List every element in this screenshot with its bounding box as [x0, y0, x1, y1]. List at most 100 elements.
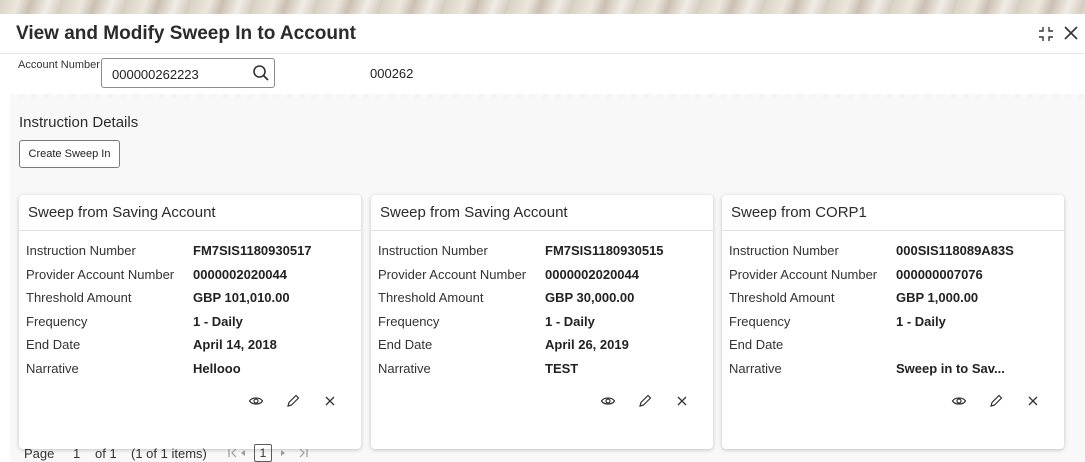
card-header: Sweep from Saving Account — [371, 195, 713, 231]
provider-account-row: Provider Account Number 000000007076 — [729, 267, 1054, 291]
row-label: Frequency — [378, 313, 440, 329]
section-title: Instruction Details — [19, 114, 139, 131]
card-header: Sweep from Saving Account — [19, 195, 361, 231]
page-title: View and Modify Sweep In to Account — [16, 23, 356, 44]
row-value: TEST — [545, 360, 579, 376]
account-branch-code: 000262 — [370, 66, 414, 81]
last-page-icon[interactable] — [296, 446, 310, 460]
pencil-icon[interactable] — [637, 393, 653, 409]
account-number-input[interactable] — [112, 64, 237, 84]
card-title: Sweep from CORP1 — [731, 204, 867, 221]
frequency-row: Frequency 1 - Daily — [378, 314, 703, 338]
close-icon[interactable] — [1025, 393, 1041, 409]
card-title: Sweep from Saving Account — [380, 204, 568, 221]
row-label: Instruction Number — [378, 243, 488, 258]
row-value: FM7SIS1180930517 — [193, 243, 312, 258]
end-date-row: End Date — [729, 337, 1054, 361]
card-body: Instruction Number FM7SIS1180930517 Provi… — [26, 243, 351, 384]
row-label: End Date — [378, 337, 433, 352]
instruction-details-section: Instruction Details Create Sweep In Swee… — [10, 94, 1085, 462]
account-number-label: Account Number — [18, 59, 100, 71]
row-label: Narrative — [729, 360, 782, 376]
row-label: Narrative — [378, 360, 431, 376]
threshold-amount-row: Threshold Amount GBP 101,010.00 — [26, 290, 351, 314]
sweep-card: Sweep from CORP1 Instruction Number 000SI… — [722, 195, 1064, 449]
row-value: 1 - Daily — [545, 313, 595, 329]
items-summary: (1 of 1 items) — [131, 446, 207, 461]
row-value: GBP 1,000.00 — [896, 290, 979, 305]
sweep-card: Sweep from Saving Account Instruction Nu… — [19, 195, 361, 449]
row-label: End Date — [26, 337, 81, 352]
instruction-number-row: Instruction Number FM7SIS1180930517 — [26, 243, 351, 267]
row-value: 1 - Daily — [193, 313, 243, 329]
create-sweep-in-button[interactable]: Create Sweep In — [19, 140, 120, 168]
row-value: FM7SIS1180930515 — [545, 243, 664, 258]
row-label: Frequency — [729, 313, 791, 329]
row-label: Frequency — [26, 313, 88, 329]
prev-page-icon[interactable] — [236, 446, 250, 460]
row-value: April 26, 2019 — [545, 337, 629, 352]
row-label: Instruction Number — [729, 243, 839, 258]
frequency-row: Frequency 1 - Daily — [729, 314, 1054, 338]
row-value: 0000002020044 — [193, 266, 287, 282]
next-page-icon[interactable] — [276, 446, 290, 460]
row-label: Provider Account Number — [378, 266, 527, 282]
row-value: GBP 101,010.00 — [193, 290, 290, 305]
row-label: Threshold Amount — [26, 290, 132, 305]
eye-icon[interactable] — [600, 393, 616, 409]
provider-account-row: Provider Account Number 0000002020044 — [26, 267, 351, 291]
pencil-icon[interactable] — [988, 393, 1004, 409]
instruction-number-row: Instruction Number FM7SIS1180930515 — [378, 243, 703, 267]
row-value: April 14, 2018 — [193, 337, 277, 352]
pencil-icon[interactable] — [285, 393, 301, 409]
page-total: of 1 — [95, 446, 117, 461]
row-label: Narrative — [26, 360, 79, 376]
instruction-details-panel: Instruction Details Create Sweep In Swee… — [10, 98, 1085, 462]
account-number-field[interactable] — [101, 58, 275, 88]
sweep-card: Sweep from Saving Account Instruction Nu… — [371, 195, 713, 449]
row-label: Provider Account Number — [729, 266, 878, 282]
row-label: Threshold Amount — [378, 290, 484, 305]
minimize-icon[interactable] — [1037, 25, 1055, 43]
row-label: End Date — [729, 337, 784, 352]
eye-icon[interactable] — [951, 393, 967, 409]
card-actions — [19, 393, 361, 413]
end-date-row: End Date April 14, 2018 — [26, 337, 351, 361]
card-header: Sweep from CORP1 — [722, 195, 1064, 231]
threshold-amount-row: Threshold Amount GBP 30,000.00 — [378, 290, 703, 314]
threshold-amount-row: Threshold Amount GBP 1,000.00 — [729, 290, 1054, 314]
header-banner — [0, 0, 1085, 14]
title-bar: View and Modify Sweep In to Account — [0, 14, 1085, 54]
row-value: 1 - Daily — [896, 313, 946, 329]
narrative-row: Narrative TEST — [378, 361, 703, 385]
narrative-row: Narrative Sweep in to Sav... — [729, 361, 1054, 385]
row-value: GBP 30,000.00 — [545, 290, 635, 305]
row-value: 000SIS118089A83S — [896, 243, 1014, 258]
row-value: Sweep in to Sav... — [896, 360, 1005, 376]
row-label: Provider Account Number — [26, 266, 175, 282]
modify-sweep-window: View and Modify Sweep In to Account Acco… — [0, 14, 1085, 462]
pagination: Page 1 of 1 (1 of 1 items) 1 — [0, 444, 1085, 462]
frequency-row: Frequency 1 - Daily — [26, 314, 351, 338]
search-icon[interactable] — [252, 64, 270, 82]
close-icon[interactable] — [1062, 24, 1080, 42]
page-number[interactable]: 1 — [73, 446, 80, 461]
card-body: Instruction Number FM7SIS1180930515 Provi… — [378, 243, 703, 384]
provider-account-row: Provider Account Number 0000002020044 — [378, 267, 703, 291]
eye-icon[interactable] — [248, 393, 264, 409]
card-title: Sweep from Saving Account — [28, 204, 216, 221]
card-body: Instruction Number 000SIS118089A83S Provi… — [729, 243, 1054, 384]
page-label: Page — [24, 446, 55, 461]
row-label: Instruction Number — [26, 243, 136, 258]
current-page-button[interactable]: 1 — [254, 444, 272, 462]
card-actions — [371, 393, 713, 413]
narrative-row: Narrative Hellooo — [26, 361, 351, 385]
card-actions — [722, 393, 1064, 413]
row-value: Hellooo — [193, 360, 241, 376]
row-value: 000000007076 — [896, 266, 983, 282]
instruction-number-row: Instruction Number 000SIS118089A83S — [729, 243, 1054, 267]
close-icon[interactable] — [674, 393, 690, 409]
close-icon[interactable] — [322, 393, 338, 409]
end-date-row: End Date April 26, 2019 — [378, 337, 703, 361]
row-label: Threshold Amount — [729, 290, 835, 305]
